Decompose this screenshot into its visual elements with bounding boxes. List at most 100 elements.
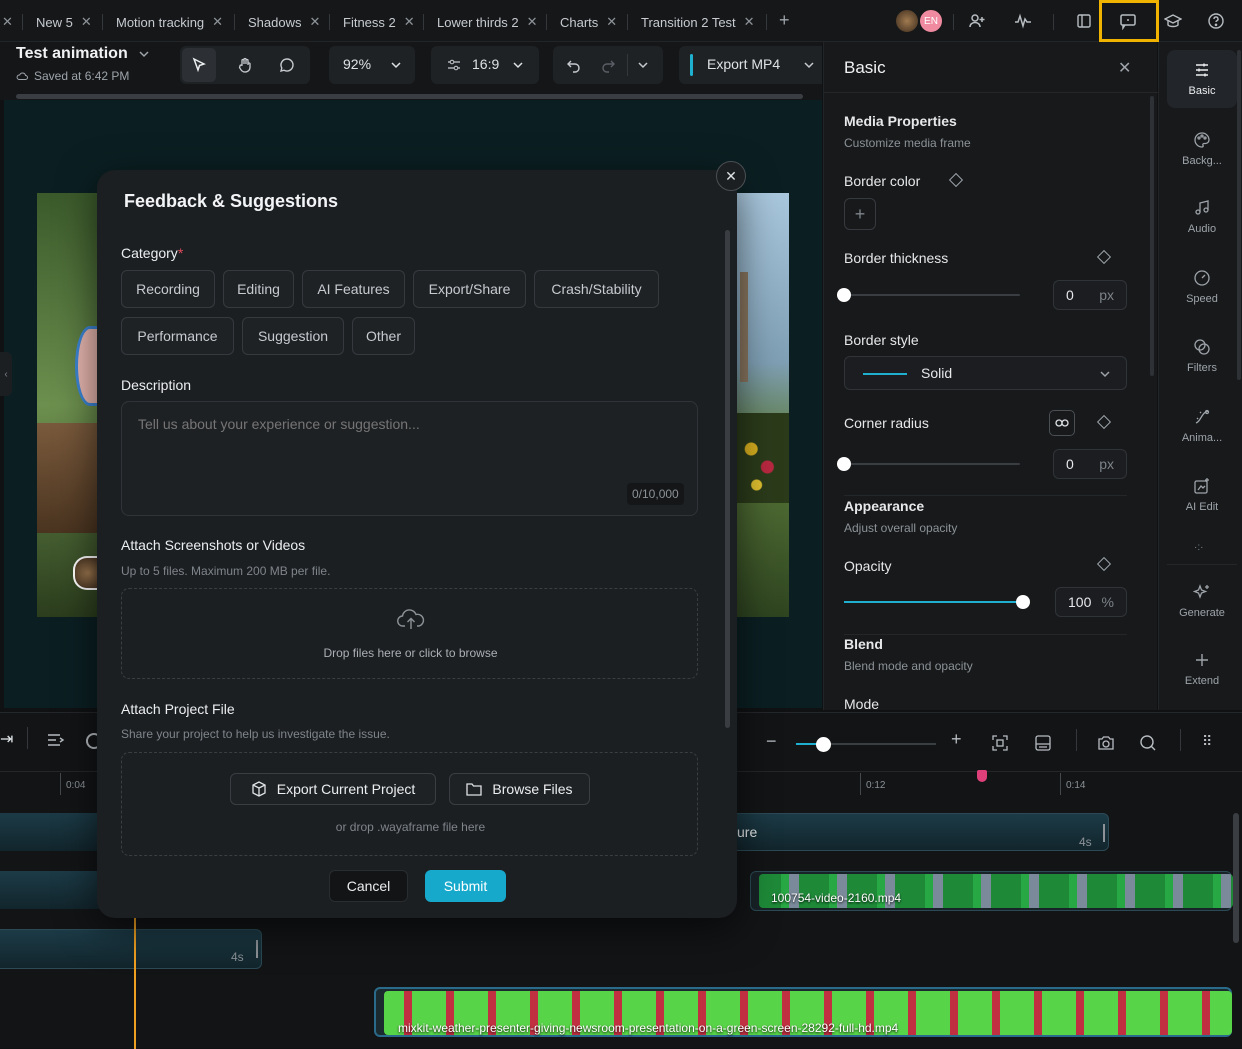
close-icon[interactable]: ✕ bbox=[1118, 58, 1131, 78]
zoom-out-icon[interactable]: − bbox=[766, 731, 777, 752]
border-style-select[interactable]: Solid bbox=[844, 356, 1127, 390]
horizontal-scrollbar[interactable] bbox=[16, 94, 803, 99]
tab-lower-thirds-2[interactable]: Lower thirds 2 ✕ bbox=[437, 13, 538, 31]
rail-filters[interactable]: Filters bbox=[1167, 327, 1237, 385]
fit-icon[interactable] bbox=[992, 735, 1008, 756]
chevron-down-icon[interactable] bbox=[138, 48, 150, 60]
close-icon[interactable]: ✕ bbox=[404, 14, 415, 30]
cancel-button[interactable]: Cancel bbox=[329, 870, 408, 902]
browse-files-button[interactable]: Browse Files bbox=[449, 773, 590, 805]
link-icon[interactable] bbox=[1049, 410, 1075, 436]
split-icon[interactable]: ⇥ bbox=[0, 729, 13, 757]
border-thickness-slider[interactable] bbox=[844, 294, 1020, 296]
frame-icon[interactable] bbox=[1035, 735, 1051, 756]
timeline-scrollbar[interactable] bbox=[1233, 813, 1239, 943]
comment-icon[interactable] bbox=[270, 48, 304, 82]
tab-charts[interactable]: Charts ✕ bbox=[560, 13, 617, 31]
layout-icon[interactable] bbox=[1071, 8, 1097, 34]
avatar-initials[interactable]: EN bbox=[918, 8, 944, 34]
graduation-cap-icon[interactable] bbox=[1160, 8, 1186, 34]
add-user-icon[interactable] bbox=[964, 8, 990, 34]
category-suggestion[interactable]: Suggestion bbox=[242, 317, 344, 355]
border-thickness-input[interactable]: 0 px bbox=[1053, 280, 1127, 310]
timeline-clip[interactable]: ure 4s bbox=[720, 813, 1109, 851]
keyframe-icon[interactable] bbox=[948, 172, 964, 188]
export-current-project-button[interactable]: Export Current Project bbox=[230, 773, 436, 805]
more-dots-icon[interactable]: ·:· bbox=[1194, 542, 1203, 553]
rail-basic[interactable]: Basic bbox=[1167, 50, 1237, 108]
dialog-scrollbar[interactable] bbox=[725, 230, 730, 728]
avatar[interactable] bbox=[894, 8, 920, 34]
rail-background[interactable]: Backg... bbox=[1167, 120, 1237, 178]
list-icon[interactable] bbox=[47, 733, 65, 752]
close-icon[interactable]: ✕ bbox=[212, 14, 223, 30]
new-tab-icon[interactable]: + bbox=[779, 10, 790, 30]
close-icon[interactable]: ✕ bbox=[606, 14, 617, 30]
chevron-down-icon[interactable] bbox=[637, 59, 649, 71]
panel-scrollbar[interactable] bbox=[1150, 96, 1154, 376]
category-crash-stability[interactable]: Crash/Stability bbox=[534, 270, 659, 308]
pointer-icon[interactable] bbox=[182, 48, 216, 82]
rail-audio[interactable]: Audio bbox=[1167, 188, 1237, 246]
keyframe-icon[interactable] bbox=[1096, 414, 1112, 430]
keyframe-icon[interactable] bbox=[1096, 556, 1112, 572]
feedback-icon[interactable] bbox=[1115, 8, 1141, 34]
timeline-clip[interactable] bbox=[0, 813, 110, 851]
description-textarea[interactable] bbox=[121, 401, 698, 516]
close-icon[interactable]: ✕ bbox=[744, 14, 755, 30]
close-icon[interactable]: ✕ bbox=[527, 14, 538, 30]
slider-knob[interactable] bbox=[837, 457, 851, 471]
timeline-clip-video[interactable]: 100754-video-2160.mp4 bbox=[750, 871, 1233, 911]
add-color-button[interactable]: + bbox=[844, 198, 876, 230]
category-performance[interactable]: Performance bbox=[121, 317, 234, 355]
project-title[interactable]: Test animation bbox=[16, 45, 150, 63]
tab-new-5[interactable]: New 5 ✕ bbox=[36, 13, 92, 31]
chevron-down-icon[interactable] bbox=[803, 59, 815, 71]
category-other[interactable]: Other bbox=[352, 317, 415, 355]
project-dropzone[interactable]: Export Current Project Browse Files or d… bbox=[121, 752, 698, 856]
opacity-input[interactable]: 100% bbox=[1055, 587, 1127, 617]
hand-icon[interactable] bbox=[228, 48, 262, 82]
keyframe-icon[interactable] bbox=[1096, 249, 1112, 265]
media-dropzone[interactable]: Drop files here or click to browse bbox=[121, 588, 698, 679]
redo-icon[interactable] bbox=[591, 48, 625, 82]
marker-icon[interactable] bbox=[977, 770, 987, 782]
trim-handle[interactable] bbox=[1103, 824, 1105, 842]
search-icon[interactable] bbox=[1139, 734, 1157, 757]
category-ai-features[interactable]: AI Features bbox=[302, 270, 405, 308]
export-button[interactable]: Export MP4 bbox=[679, 46, 822, 84]
rail-scrollbar[interactable] bbox=[1237, 50, 1241, 380]
close-icon[interactable]: ✕ bbox=[716, 161, 746, 191]
tab-transition-2-test[interactable]: Transition 2 Test ✕ bbox=[641, 13, 755, 31]
help-icon[interactable] bbox=[1203, 8, 1229, 34]
zoom-in-icon[interactable]: + bbox=[951, 729, 962, 750]
submit-button[interactable]: Submit bbox=[425, 870, 506, 902]
collapse-left-icon[interactable]: ‹ bbox=[0, 352, 12, 396]
close-icon[interactable]: ✕ bbox=[309, 14, 320, 30]
rail-generate[interactable]: Generate bbox=[1167, 572, 1237, 630]
activity-icon[interactable] bbox=[1010, 8, 1036, 34]
close-icon[interactable]: ✕ bbox=[2, 13, 13, 31]
tab-motion-tracking[interactable]: Motion tracking ✕ bbox=[116, 13, 223, 31]
rail-ai-edit[interactable]: AI Edit bbox=[1167, 466, 1237, 524]
timeline-clip-video[interactable]: mixkit-weather-presenter-giving-newsroom… bbox=[374, 987, 1232, 1037]
camera-icon[interactable] bbox=[1097, 735, 1115, 756]
slider-knob[interactable] bbox=[816, 737, 831, 752]
aspect-select[interactable]: 16:9 bbox=[431, 46, 539, 84]
slider-knob[interactable] bbox=[837, 288, 851, 302]
timeline-clip[interactable]: 4s bbox=[0, 929, 262, 969]
tab-shadows[interactable]: Shadows ✕ bbox=[248, 13, 320, 31]
corner-radius-input[interactable]: 0 px bbox=[1053, 449, 1127, 479]
timeline-clip[interactable] bbox=[0, 871, 110, 909]
rail-extend[interactable]: Extend bbox=[1167, 640, 1237, 698]
tab-fitness-2[interactable]: Fitness 2 ✕ bbox=[343, 13, 415, 31]
slider-knob[interactable] bbox=[1016, 595, 1030, 609]
category-editing[interactable]: Editing bbox=[223, 270, 294, 308]
category-recording[interactable]: Recording bbox=[121, 270, 215, 308]
trim-handle[interactable] bbox=[256, 940, 258, 958]
corner-radius-slider[interactable] bbox=[844, 463, 1020, 465]
grid-dots-icon[interactable]: ⠿ bbox=[1202, 733, 1212, 750]
rail-animation[interactable]: Anima... bbox=[1167, 397, 1237, 455]
zoom-select[interactable]: 92% bbox=[329, 46, 415, 84]
category-export-share[interactable]: Export/Share bbox=[413, 270, 526, 308]
